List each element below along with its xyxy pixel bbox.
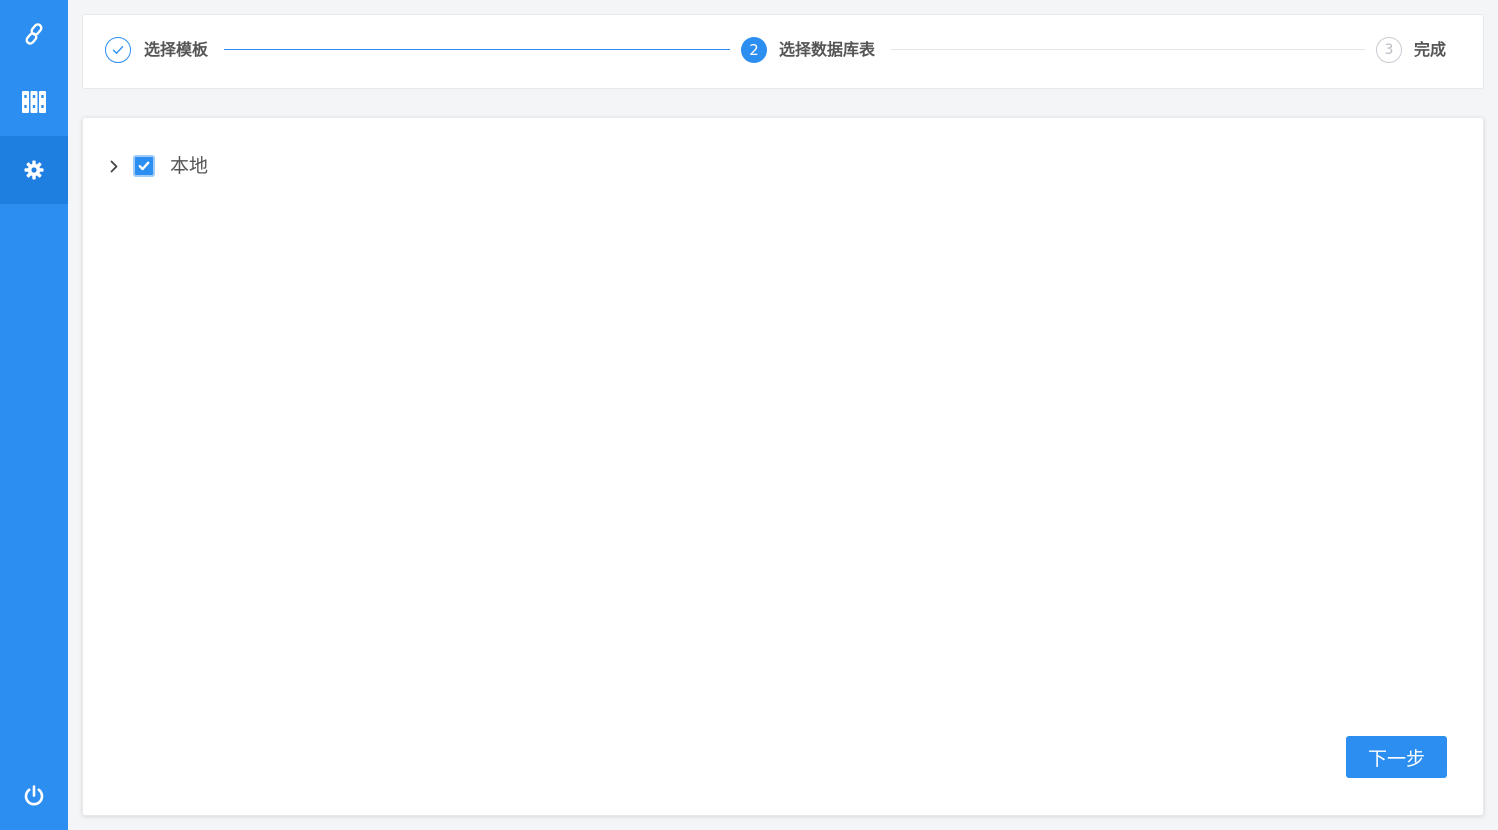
tree-node-checkbox[interactable] bbox=[133, 155, 155, 177]
step-1-connector bbox=[224, 49, 730, 50]
step-2-title: 选择数据库表 bbox=[779, 40, 876, 59]
link-icon bbox=[23, 22, 45, 46]
sidebar-item-link[interactable] bbox=[0, 0, 68, 68]
next-step-button[interactable]: 下一步 bbox=[1346, 736, 1447, 778]
power-icon bbox=[23, 785, 45, 807]
steps-bar: 选择模板 2 选择数据库表 3 完成 bbox=[82, 14, 1484, 89]
step-3-number: 3 bbox=[1376, 37, 1402, 63]
step-1-check-icon bbox=[105, 37, 131, 63]
content-panel: 本地 下一步 bbox=[82, 117, 1484, 816]
tree-node-local: 本地 bbox=[105, 152, 208, 180]
step-1-title: 选择模板 bbox=[144, 40, 209, 59]
gear-icon bbox=[24, 160, 44, 180]
sidebar bbox=[0, 0, 68, 830]
tree-node-label[interactable]: 本地 bbox=[170, 152, 208, 180]
step-2-number: 2 bbox=[741, 37, 767, 63]
expand-chevron-icon[interactable] bbox=[105, 156, 123, 176]
library-icon bbox=[22, 91, 46, 113]
checkmark-icon bbox=[138, 161, 150, 171]
step-3-title: 完成 bbox=[1414, 40, 1447, 59]
sidebar-item-library[interactable] bbox=[0, 68, 68, 136]
step-2-connector bbox=[891, 49, 1365, 50]
sidebar-item-logout[interactable] bbox=[0, 762, 68, 830]
sidebar-item-settings[interactable] bbox=[0, 136, 68, 204]
